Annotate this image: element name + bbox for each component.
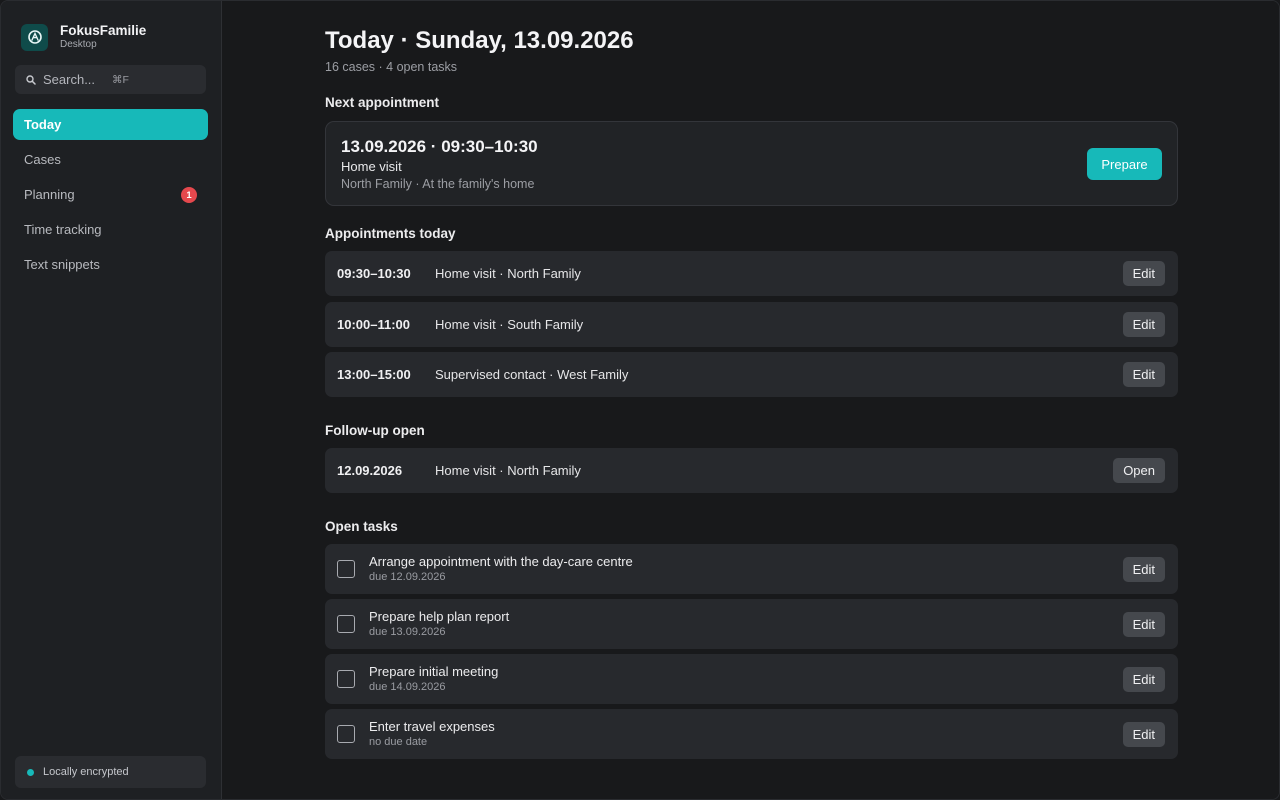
edit-appointment-button[interactable]: Edit: [1122, 312, 1165, 337]
task-due-date: no due date: [369, 736, 428, 748]
task-title: Prepare initial meeting: [369, 664, 499, 679]
follow-up-description: Home visit · North Family: [435, 463, 581, 478]
task-title: Arrange appointment with the day-care ce…: [369, 554, 633, 569]
sidebar: FokusFamilie Desktop Search... ⌘F Today …: [1, 1, 222, 799]
main-content: Today · Sunday, 13.09.2026 16 cases · 4 …: [222, 1, 1279, 799]
encryption-status: Locally encrypted: [15, 756, 206, 788]
sidebar-item-today[interactable]: Today: [13, 109, 208, 140]
sidebar-item-label: Text snippets: [24, 257, 100, 272]
edit-appointment-button[interactable]: Edit: [1122, 362, 1165, 387]
sidebar-item-cases[interactable]: Cases: [13, 144, 208, 175]
task-due-date: due 12.09.2026: [369, 571, 446, 583]
task-row: Enter travel expenses no due date Edit: [325, 709, 1178, 759]
next-appointment-type: Home visit: [341, 159, 402, 174]
sidebar-nav: Today Cases Planning 1 Time tracking Tex…: [13, 109, 208, 284]
app-subtitle: Desktop: [60, 39, 97, 50]
task-title: Prepare help plan report: [369, 609, 510, 624]
prepare-button[interactable]: Prepare: [1087, 148, 1162, 180]
appointment-row: 13:00–15:00 Supervised contact · West Fa…: [325, 352, 1178, 397]
appointment-description: Home visit · North Family: [435, 266, 581, 281]
task-checkbox[interactable]: [337, 560, 355, 578]
sidebar-item-time-tracking[interactable]: Time tracking: [13, 214, 208, 245]
brand: FokusFamilie Desktop: [21, 23, 146, 51]
app-logo-icon: [21, 23, 48, 51]
task-row: Arrange appointment with the day-care ce…: [325, 544, 1178, 594]
edit-task-button[interactable]: Edit: [1122, 557, 1165, 582]
encryption-status-label: Locally encrypted: [43, 766, 129, 778]
page-summary: 16 cases · 4 open tasks: [325, 60, 458, 74]
follow-up-row: 12.09.2026 Home visit · North Family Ope…: [325, 448, 1178, 493]
open-follow-up-button[interactable]: Open: [1113, 458, 1165, 483]
task-checkbox[interactable]: [337, 615, 355, 633]
appointment-row: 10:00–11:00 Home visit · South Family Ed…: [325, 302, 1178, 347]
next-appointment-location: North Family · At the family's home: [341, 177, 535, 191]
edit-task-button[interactable]: Edit: [1122, 722, 1165, 747]
section-heading-appointments: Appointments today: [325, 226, 456, 241]
section-heading-follow-up: Follow-up open: [325, 423, 425, 438]
sidebar-item-label: Planning: [24, 187, 75, 202]
next-appointment-card: 13.09.2026 · 09:30–10:30 Home visit Nort…: [325, 121, 1178, 206]
task-due-date: due 14.09.2026: [369, 681, 446, 693]
task-row: Prepare help plan report due 13.09.2026 …: [325, 599, 1178, 649]
appointment-time: 10:00–11:00: [337, 317, 411, 332]
status-dot-icon: [27, 768, 34, 776]
search-icon: [26, 74, 36, 85]
search-shortcut: ⌘F: [112, 73, 129, 86]
task-row: Prepare initial meeting due 14.09.2026 E…: [325, 654, 1178, 704]
edit-task-button[interactable]: Edit: [1122, 667, 1165, 692]
app-window: FokusFamilie Desktop Search... ⌘F Today …: [0, 0, 1280, 800]
appointment-description: Home visit · South Family: [435, 317, 584, 332]
sidebar-item-label: Today: [24, 117, 62, 132]
task-due-date: due 13.09.2026: [369, 626, 446, 638]
appointment-row: 09:30–10:30 Home visit · North Family Ed…: [325, 251, 1178, 296]
task-title: Enter travel expenses: [369, 719, 495, 734]
sidebar-item-text-snippets[interactable]: Text snippets: [13, 249, 208, 280]
task-checkbox[interactable]: [337, 725, 355, 743]
search-input[interactable]: Search... ⌘F: [15, 65, 206, 94]
sidebar-item-label: Cases: [24, 152, 61, 167]
notification-badge: 1: [181, 187, 197, 203]
page-title: Today · Sunday, 13.09.2026: [325, 27, 634, 54]
edit-appointment-button[interactable]: Edit: [1122, 261, 1165, 286]
section-heading-open-tasks: Open tasks: [325, 519, 398, 534]
app-name: FokusFamilie: [60, 23, 147, 38]
follow-up-date: 12.09.2026: [337, 463, 403, 478]
section-heading-next-appointment: Next appointment: [325, 95, 440, 110]
sidebar-item-planning[interactable]: Planning 1: [13, 179, 208, 210]
next-appointment-time: 13.09.2026 · 09:30–10:30: [341, 137, 538, 156]
edit-task-button[interactable]: Edit: [1122, 612, 1165, 637]
appointment-time: 09:30–10:30: [337, 266, 411, 281]
appointment-time: 13:00–15:00: [337, 367, 411, 382]
task-checkbox[interactable]: [337, 670, 355, 688]
appointment-description: Supervised contact · West Family: [435, 367, 629, 382]
sidebar-item-label: Time tracking: [24, 222, 102, 237]
search-placeholder: Search...: [43, 72, 96, 87]
